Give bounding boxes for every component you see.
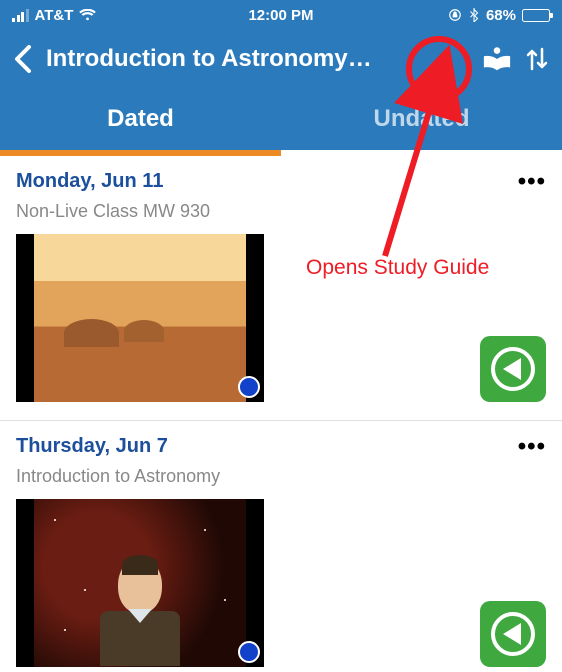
entry-subtitle: Non-Live Class MW 930 [16,201,546,222]
orientation-lock-icon [448,8,462,22]
sort-button[interactable] [526,47,548,71]
chevron-left-icon [14,45,32,73]
list-item: Monday, Jun 11 ••• Non-Live Class MW 930 [0,156,562,421]
record-badge-icon [238,376,260,398]
video-thumbnail[interactable] [16,499,264,667]
clock-label: 12:00 PM [191,7,370,24]
status-bar: AT&T 12:00 PM 68% [0,0,562,30]
book-reader-icon [482,45,512,73]
tab-dated-label: Dated [107,105,174,133]
list-item: Thursday, Jun 7 ••• Introduction to Astr… [0,421,562,672]
tab-undated[interactable]: Undated [281,88,562,150]
entry-subtitle: Introduction to Astronomy [16,466,546,487]
play-icon [491,347,535,391]
back-button[interactable] [14,45,32,73]
play-button[interactable] [480,336,546,402]
tab-bar: Dated Undated [0,88,562,150]
record-badge-icon [238,641,260,663]
bluetooth-icon [468,8,480,22]
carrier-label: AT&T [35,7,74,24]
signal-icon [12,9,29,22]
nav-bar: Introduction to Astronomy… [0,30,562,88]
wifi-icon [79,9,96,22]
more-button[interactable]: ••• [518,441,546,453]
battery-pct: 68% [486,7,516,24]
play-icon [491,612,535,656]
content-list: Monday, Jun 11 ••• Non-Live Class MW 930… [0,156,562,672]
video-thumbnail[interactable] [16,234,264,402]
entry-date: Thursday, Jun 7 [16,435,168,458]
more-button[interactable]: ••• [518,176,546,188]
annotation-label: Opens Study Guide [306,256,489,280]
sort-arrows-icon [526,47,548,71]
entry-date: Monday, Jun 11 [16,170,163,193]
play-button[interactable] [480,601,546,667]
study-guide-button[interactable] [482,45,512,73]
tab-dated[interactable]: Dated [0,88,281,150]
page-title: Introduction to Astronomy… [46,45,468,73]
battery-icon [522,9,550,22]
tab-undated-label: Undated [374,105,470,133]
